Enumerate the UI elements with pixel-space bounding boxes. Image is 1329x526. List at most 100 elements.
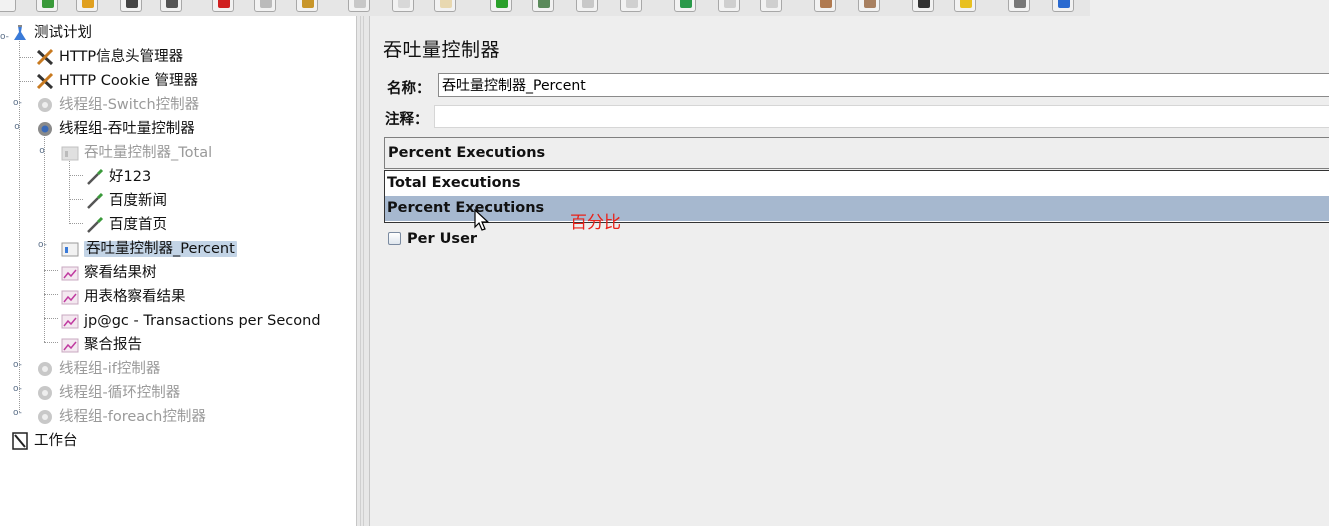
tree-node-label: 线程组-Switch控制器: [59, 97, 200, 113]
toolbar-remote-start-button[interactable]: [674, 0, 696, 12]
tree-node-transactions-per-second[interactable]: jp@gc - Transactions per Second: [60, 310, 321, 332]
name-label: 名称：: [387, 81, 431, 97]
toolbar-reset-search-button[interactable]: [954, 0, 976, 12]
tree-toggle-handle[interactable]: o-: [0, 33, 9, 42]
workbench-icon: [10, 432, 30, 450]
tree-toggle-handle[interactable]: o-: [13, 409, 22, 418]
tree-node-sampler-baidu-news[interactable]: 百度新闻: [85, 190, 167, 212]
tree-node-label: 吞吐量控制器_Percent: [84, 241, 237, 257]
toolbar-clear-all-button[interactable]: [858, 0, 880, 12]
listener-graph-icon: [60, 288, 80, 306]
toolbar-save-button[interactable]: [120, 0, 142, 12]
tree-node-label: 好123: [109, 169, 152, 185]
toolbar: [0, 0, 1090, 17]
gear-icon: [35, 384, 55, 402]
tree-node-label: HTTP信息头管理器: [59, 49, 184, 65]
toolbar-open-button[interactable]: [36, 0, 58, 12]
tree-toggle-handle[interactable]: o-: [13, 361, 22, 370]
mouse-cursor-icon: [474, 209, 490, 231]
tree-guide-line: [44, 132, 45, 342]
tree-node-view-results-tree[interactable]: 察看结果树: [60, 262, 157, 284]
tree-node-label: 线程组-循环控制器: [59, 385, 181, 401]
tree-node-thread-group-switch[interactable]: 线程组-Switch控制器: [35, 94, 199, 116]
listener-graph-icon: [60, 336, 80, 354]
toolbar-folder-button[interactable]: [76, 0, 98, 12]
test-plan-tree[interactable]: o- o- o o o- o- o- o- 测试计划 HTTP信息头管理器 HT…: [0, 16, 356, 526]
toolbar-function-helper-button[interactable]: [1008, 0, 1030, 12]
tree-node-http-header-manager[interactable]: HTTP信息头管理器: [35, 46, 183, 68]
execution-mode-option-percent[interactable]: Percent Executions: [385, 196, 1329, 221]
tree-toggle-handle[interactable]: o: [13, 123, 21, 132]
toolbar-button[interactable]: [0, 0, 16, 12]
tree-guide-line: [44, 294, 58, 295]
tree-node-thread-group-loop[interactable]: 线程组-循环控制器: [35, 382, 180, 404]
wrench-icon: [35, 72, 55, 90]
tree-node-view-results-table[interactable]: 用表格察看结果: [60, 286, 186, 308]
toolbar-edit-button[interactable]: [160, 0, 182, 12]
gear-icon: [35, 120, 55, 138]
tree-node-throughput-controller-percent[interactable]: 吞吐量控制器_Percent: [60, 238, 237, 260]
tree-toggle-handle[interactable]: o-: [38, 241, 47, 250]
sampler-pipette-icon: [85, 192, 105, 210]
name-field[interactable]: [438, 73, 1329, 97]
toolbar-remote-exit-button[interactable]: [760, 0, 782, 12]
toolbar-toggle-button[interactable]: [434, 0, 456, 12]
tree-guide-line: [69, 175, 83, 176]
controller-config-panel: 吞吐量控制器 名称： 注释： Percent Executions Total …: [370, 16, 1329, 526]
toolbar-remote-stop-button[interactable]: [718, 0, 740, 12]
tree-guide-line: [69, 223, 83, 224]
tree-node-label: 线程组-if控制器: [59, 361, 161, 377]
tree-node-thread-group-if[interactable]: 线程组-if控制器: [35, 358, 160, 380]
tree-toggle-handle[interactable]: o-: [13, 385, 22, 394]
sampler-pipette-icon: [85, 216, 105, 234]
tree-guide-line: [69, 156, 70, 222]
tree-node-sampler-hao123[interactable]: 好123: [85, 166, 151, 188]
tree-node-label: 用表格察看结果: [84, 289, 186, 305]
toolbar-expand-button[interactable]: [348, 0, 370, 12]
split-pane-divider[interactable]: [356, 16, 370, 526]
tree-node-label: 线程组-吞吐量控制器: [59, 121, 195, 137]
execution-mode-option-total[interactable]: Total Executions: [385, 171, 1329, 196]
tree-toggle-handle[interactable]: o: [38, 147, 46, 156]
tree-toggle-handle[interactable]: o-: [13, 99, 22, 108]
tree-guide-line: [19, 57, 33, 58]
tree-node-label: 百度新闻: [109, 193, 167, 209]
comment-label: 注释：: [385, 112, 429, 128]
toolbar-paste-button[interactable]: [296, 0, 318, 12]
toolbar-collapse-button[interactable]: [392, 0, 414, 12]
sampler-pipette-icon: [85, 168, 105, 186]
toolbar-shutdown-button[interactable]: [620, 0, 642, 12]
toolbar-stop-button[interactable]: [576, 0, 598, 12]
test-plan-icon: [10, 24, 30, 42]
tree-node-label: jp@gc - Transactions per Second: [84, 313, 321, 329]
gear-icon: [35, 96, 55, 114]
controller-icon: [60, 240, 80, 258]
per-user-label: Per User: [407, 231, 478, 247]
tree-guide-line: [44, 342, 58, 343]
toolbar-help-button[interactable]: [1052, 0, 1074, 12]
tree-node-workbench[interactable]: 工作台: [10, 430, 78, 452]
tree-node-label: HTTP Cookie 管理器: [59, 73, 199, 89]
tree-node-label: 线程组-foreach控制器: [59, 409, 206, 425]
tree-node-thread-group-throughput[interactable]: 线程组-吞吐量控制器: [35, 118, 195, 140]
execution-mode-dropdown-list[interactable]: Total Executions Percent Executions: [384, 170, 1329, 223]
toolbar-start-button[interactable]: [490, 0, 512, 12]
per-user-checkbox[interactable]: Per User: [388, 229, 477, 249]
tree-node-throughput-controller-total[interactable]: 吞吐量控制器_Total: [60, 142, 212, 164]
tree-node-test-plan[interactable]: 测试计划: [10, 22, 92, 44]
tree-node-http-cookie-manager[interactable]: HTTP Cookie 管理器: [35, 70, 198, 92]
tree-node-aggregate-report[interactable]: 聚合报告: [60, 334, 142, 356]
toolbar-start-no-pause-button[interactable]: [532, 0, 554, 12]
panel-title: 吞吐量控制器: [383, 39, 501, 61]
tree-node-label: 百度首页: [109, 217, 167, 233]
tree-node-sampler-baidu-home[interactable]: 百度首页: [85, 214, 167, 236]
comment-field[interactable]: [434, 105, 1329, 128]
toolbar-copy-button[interactable]: [254, 0, 276, 12]
toolbar-cut-button[interactable]: [212, 0, 234, 12]
tree-node-thread-group-foreach[interactable]: 线程组-foreach控制器: [35, 406, 206, 428]
checkbox-unchecked-icon[interactable]: [388, 232, 401, 245]
listener-graph-icon: [60, 264, 80, 282]
toolbar-search-button[interactable]: [912, 0, 934, 12]
execution-mode-select[interactable]: Percent Executions: [384, 137, 1329, 169]
toolbar-clear-button[interactable]: [814, 0, 836, 12]
